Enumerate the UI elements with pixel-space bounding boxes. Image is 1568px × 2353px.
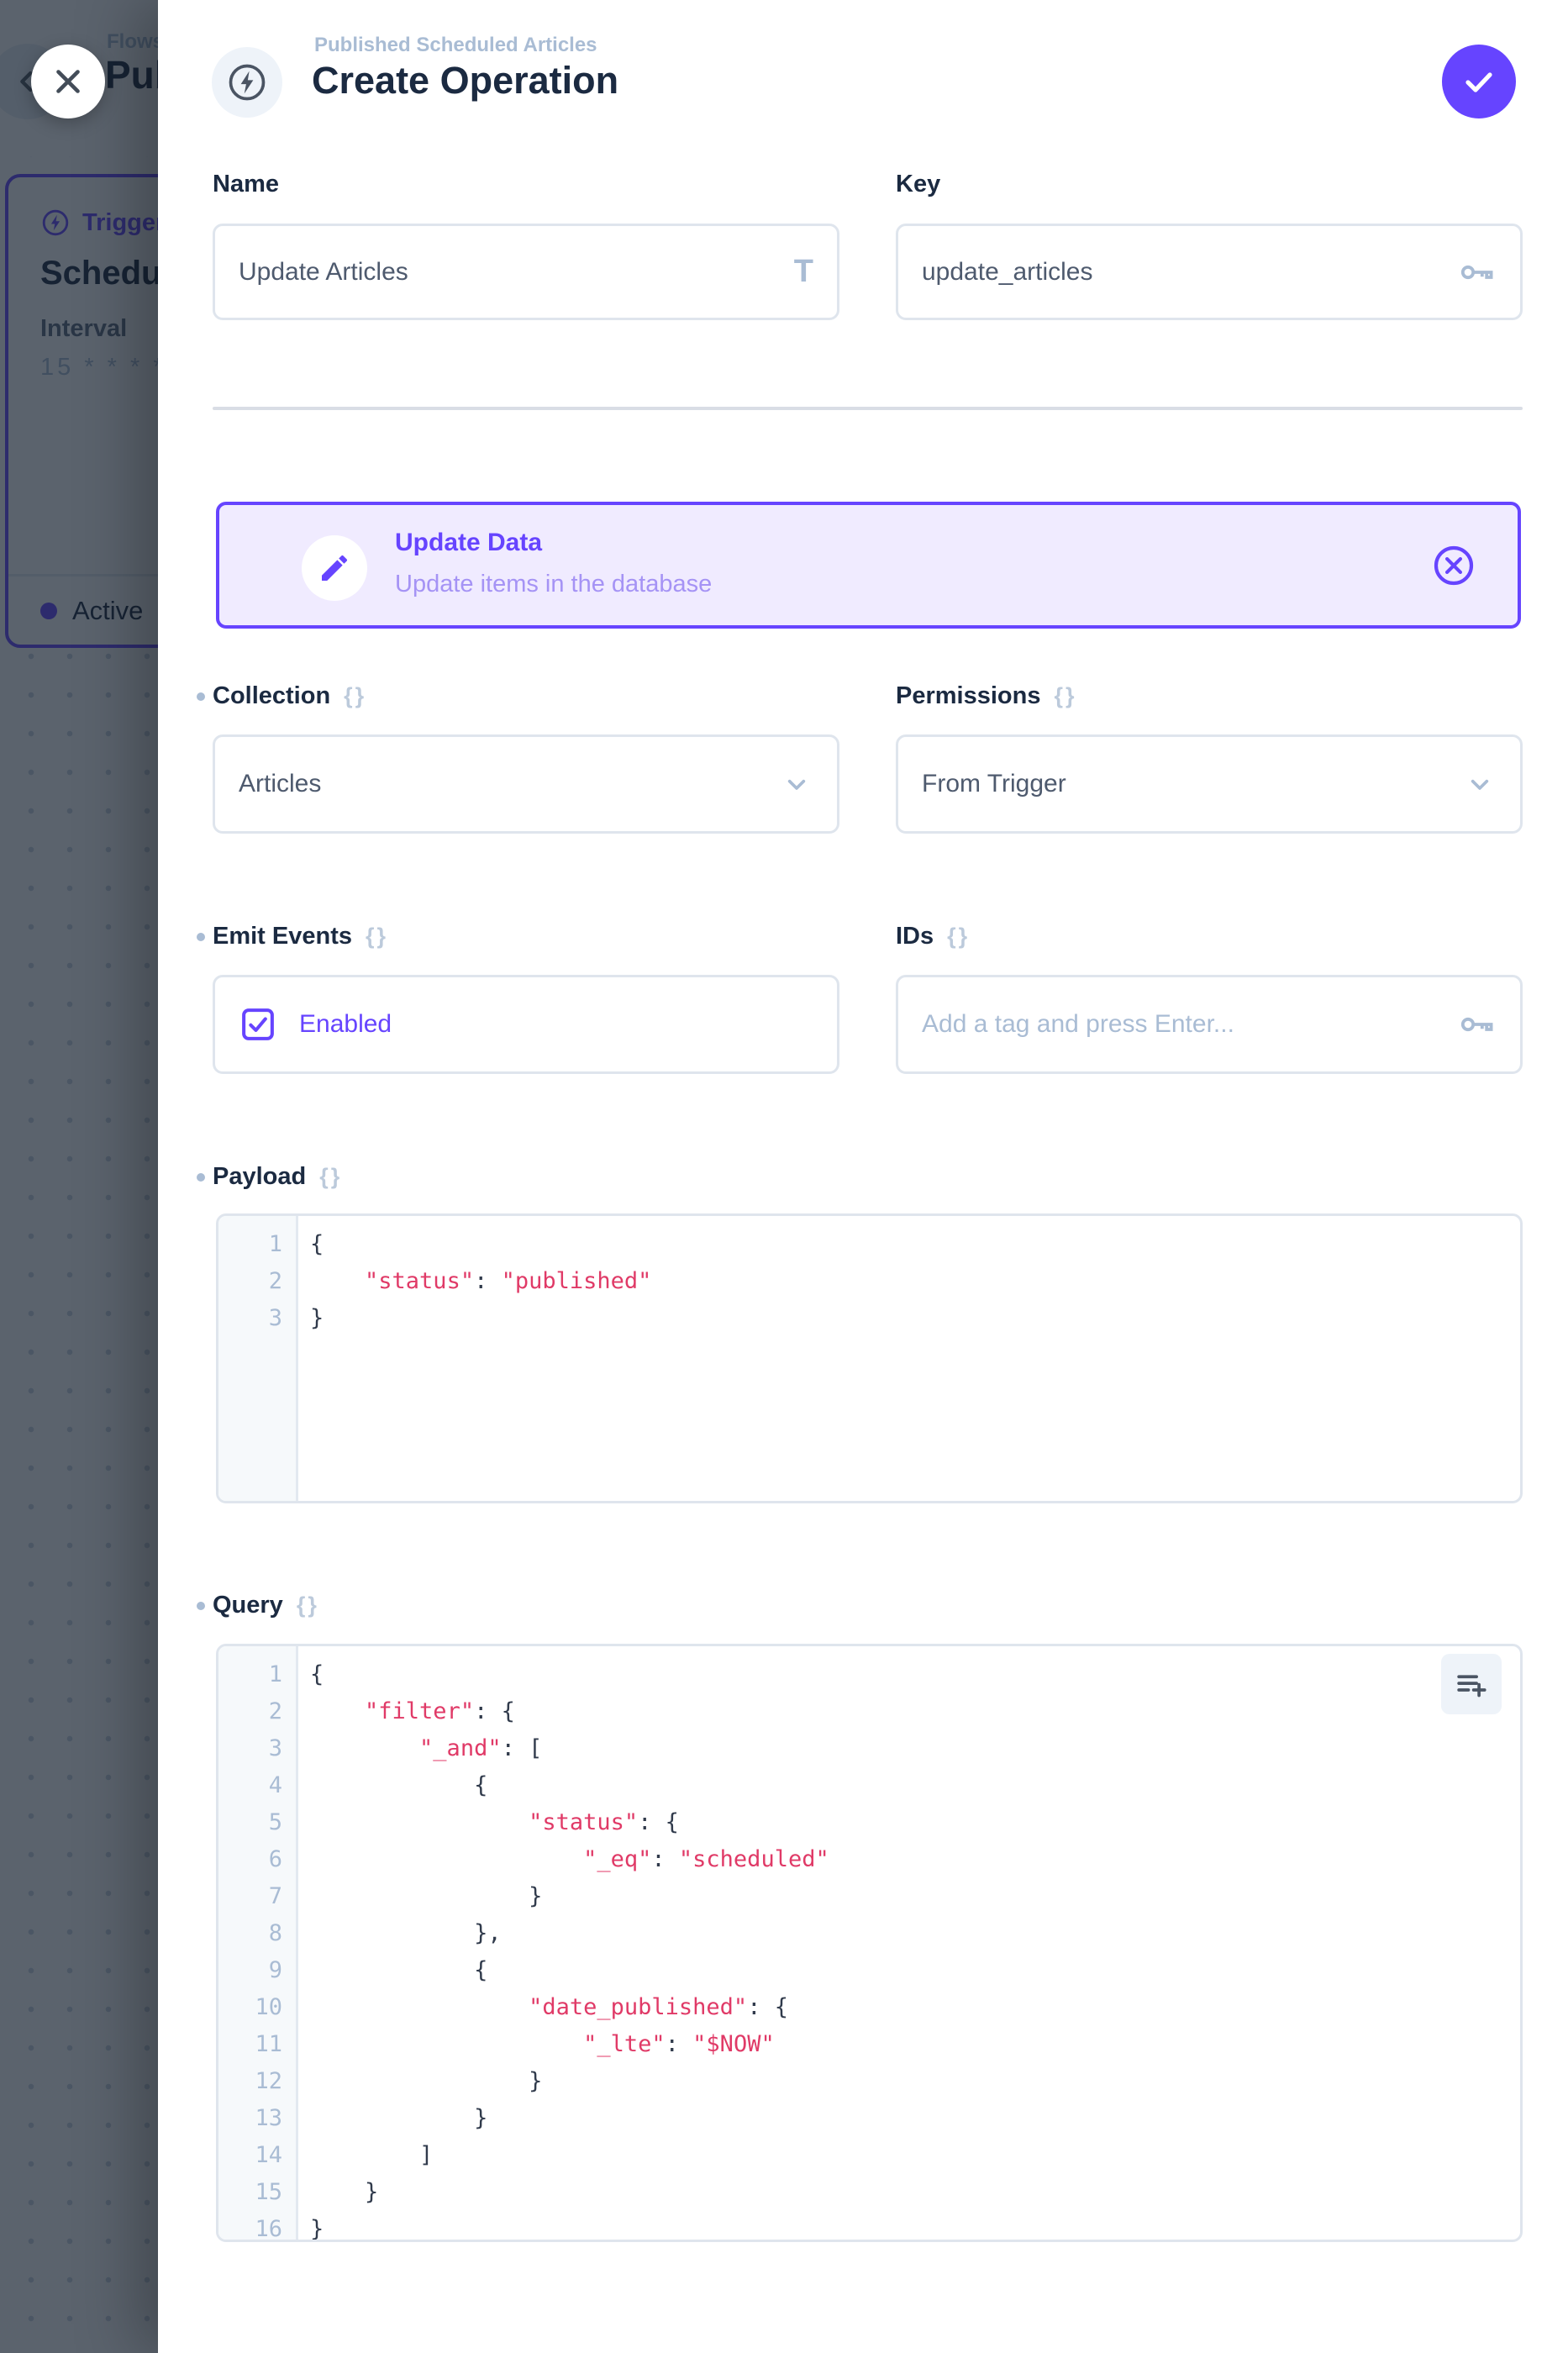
code-line: }	[310, 2174, 1520, 2211]
code-line: }	[310, 2211, 1520, 2242]
code-area[interactable]: { "filter": { "_and": [ { "status": { "_…	[298, 1646, 1520, 2240]
line-number: 2	[218, 1693, 296, 1730]
key-icon	[1456, 1004, 1497, 1045]
name-input-wrap: T	[213, 224, 839, 320]
operation-bolt-icon	[212, 47, 282, 118]
permissions-value: From Trigger	[922, 770, 1463, 798]
drawer-breadcrumb: Published Scheduled Articles	[314, 34, 597, 57]
ids-tag-input[interactable]	[922, 1010, 1456, 1039]
code-line: }	[310, 1878, 1520, 1915]
line-number: 12	[218, 2063, 296, 2100]
operation-type-subtitle: Update items in the database	[395, 571, 712, 598]
close-icon	[49, 62, 87, 101]
line-number: 14	[218, 2137, 296, 2174]
line-number: 8	[218, 1915, 296, 1952]
chevron-down-icon	[1463, 767, 1497, 801]
name-input[interactable]	[239, 258, 794, 287]
expand-field-values-button[interactable]	[1441, 1654, 1502, 1714]
create-operation-drawer: Published Scheduled Articles Create Oper…	[158, 0, 1568, 2353]
line-number: 3	[218, 1300, 296, 1337]
collection-value: Articles	[239, 770, 780, 798]
code-line: {	[310, 1952, 1520, 1989]
code-line: "filter": {	[310, 1693, 1520, 1730]
braces-icon[interactable]: {}	[947, 924, 970, 950]
braces-icon[interactable]: {}	[366, 924, 388, 950]
code-line: }	[310, 1300, 1520, 1337]
operation-type-title: Update Data	[395, 529, 542, 557]
operation-type-banner[interactable]: Update Data Update items in the database	[216, 502, 1521, 629]
line-number-gutter: 123	[218, 1216, 298, 1501]
code-line: "date_published": {	[310, 1989, 1520, 2026]
code-line: },	[310, 1915, 1520, 1952]
code-line: }	[310, 2063, 1520, 2100]
check-icon	[1459, 61, 1499, 102]
collection-select[interactable]: Articles	[213, 734, 839, 834]
line-number: 7	[218, 1878, 296, 1915]
line-number: 1	[218, 1656, 296, 1693]
code-line: ]	[310, 2137, 1520, 2174]
modified-dot	[197, 933, 205, 941]
line-number: 5	[218, 1804, 296, 1841]
title-case-icon: T	[794, 254, 813, 290]
line-number: 13	[218, 2100, 296, 2137]
line-number: 11	[218, 2026, 296, 2063]
braces-icon[interactable]: {}	[297, 1592, 319, 1619]
section-divider	[213, 407, 1523, 410]
code-line: {	[310, 1767, 1520, 1804]
code-area[interactable]: { "status": "published"}	[298, 1216, 1520, 1501]
line-number: 10	[218, 1989, 296, 2026]
code-line: }	[310, 2100, 1520, 2137]
key-label: Key	[896, 171, 940, 198]
cancel-circle-icon	[1430, 542, 1477, 589]
query-label: Query {}	[213, 1592, 319, 1619]
edit-pencil-icon	[302, 535, 367, 601]
code-line: "_eq": "scheduled"	[310, 1841, 1520, 1878]
line-number: 4	[218, 1767, 296, 1804]
code-line: {	[310, 1656, 1520, 1693]
enabled-checkbox-label: Enabled	[299, 1010, 392, 1039]
drawer-title: Create Operation	[312, 59, 618, 103]
close-drawer-button[interactable]	[31, 45, 105, 118]
playlist-add-icon	[1454, 1666, 1489, 1702]
chevron-down-icon	[780, 767, 813, 801]
permissions-label: Permissions {}	[896, 682, 1077, 710]
payload-label: Payload {}	[213, 1163, 342, 1191]
code-line: "status": "published"	[310, 1263, 1520, 1300]
payload-code-editor[interactable]: 123 { "status": "published"}	[216, 1213, 1523, 1503]
line-number: 3	[218, 1730, 296, 1767]
braces-icon[interactable]: {}	[344, 683, 366, 709]
emit-events-checkbox-row: Enabled	[213, 975, 839, 1074]
checkbox-checked-icon[interactable]	[239, 1005, 277, 1044]
code-line: "_lte": "$NOW"	[310, 2026, 1520, 2063]
line-number: 9	[218, 1952, 296, 1989]
line-number: 2	[218, 1263, 296, 1300]
braces-icon[interactable]: {}	[319, 1164, 342, 1190]
line-number: 15	[218, 2174, 296, 2211]
key-icon	[1456, 252, 1497, 292]
query-code-editor[interactable]: 12345678910111213141516 { "filter": { "_…	[216, 1644, 1523, 2242]
emit-events-label: Emit Events {}	[213, 923, 388, 950]
line-number: 1	[218, 1226, 296, 1263]
collection-label: Collection {}	[213, 682, 366, 710]
remove-operation-type-button[interactable]	[1430, 542, 1477, 589]
braces-icon[interactable]: {}	[1054, 683, 1076, 709]
line-number: 6	[218, 1841, 296, 1878]
key-input-wrap	[896, 224, 1523, 320]
ids-label: IDs {}	[896, 923, 970, 950]
ids-tag-input-wrap	[896, 975, 1523, 1074]
line-number-gutter: 12345678910111213141516	[218, 1646, 298, 2240]
modified-dot	[197, 692, 205, 701]
permissions-select[interactable]: From Trigger	[896, 734, 1523, 834]
code-line: "_and": [	[310, 1730, 1520, 1767]
line-number: 16	[218, 2211, 296, 2242]
modified-dot	[197, 1602, 205, 1610]
modified-dot	[197, 1173, 205, 1182]
key-input[interactable]	[922, 258, 1456, 287]
code-line: "status": {	[310, 1804, 1520, 1841]
code-line: {	[310, 1226, 1520, 1263]
save-operation-button[interactable]	[1442, 45, 1516, 118]
name-label: Name	[213, 171, 279, 198]
